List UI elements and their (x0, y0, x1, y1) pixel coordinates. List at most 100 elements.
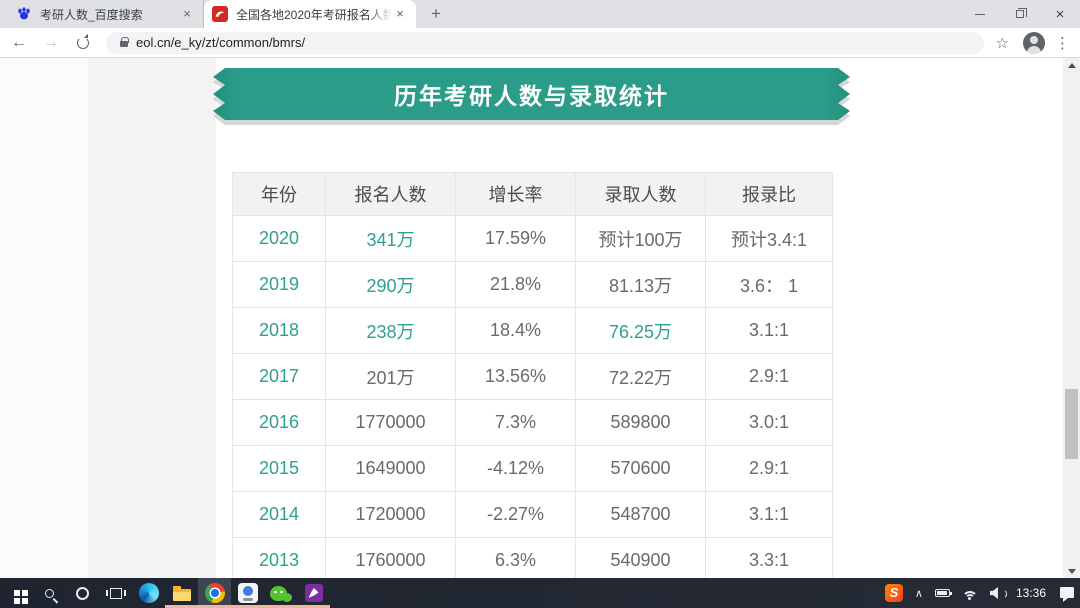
table-row: 201617700007.3%5898003.0:1 (233, 400, 833, 446)
profile-avatar[interactable] (1023, 32, 1045, 54)
desktop-screen: 考研人数_百度搜索 × 全国各地2020年考研报名人数|历 × + × ← → … (0, 0, 1080, 608)
close-icon: × (1056, 7, 1065, 22)
page-title: 历年考研人数与录取统计 (394, 77, 669, 111)
table-cell: 1720000 (326, 492, 456, 538)
stats-table: 年份报名人数增长率录取人数报录比 2020341万17.59%预计100万预计3… (232, 172, 833, 578)
table-cell: 2.9:1 (706, 354, 833, 400)
page-margin-left (0, 58, 88, 578)
refresh-button[interactable] (70, 30, 96, 56)
back-button[interactable]: ← (6, 30, 32, 56)
tab-eol-active[interactable]: 全国各地2020年考研报名人数|历 × (204, 0, 416, 28)
task-view-icon (110, 588, 122, 599)
table-row: 20151649000-4.12%5706002.9:1 (233, 446, 833, 492)
cortana-icon (76, 587, 89, 600)
page-scrollbar[interactable] (1063, 58, 1080, 578)
sogou-input-button[interactable]: S (879, 578, 909, 608)
tab-close-icon[interactable]: × (392, 6, 408, 22)
clock[interactable]: 13:36 (1008, 586, 1054, 600)
table-row: 2019290万21.8%81.13万3.6： 1 (233, 262, 833, 308)
tab-title: 全国各地2020年考研报名人数|历 (236, 6, 392, 23)
table-cell: 17.59% (456, 216, 576, 262)
lock-icon (120, 41, 128, 47)
table-cell: 预计100万 (576, 216, 706, 262)
table-cell: 预计3.4:1 (706, 216, 833, 262)
table-cell: 2015 (233, 446, 326, 492)
wechat-button[interactable] (264, 578, 297, 608)
action-center-icon (1060, 587, 1074, 598)
table-cell: 3.6： 1 (706, 262, 833, 308)
eol-favicon (212, 6, 228, 22)
table-cell: 3.3:1 (706, 538, 833, 579)
table-cell: 1760000 (326, 538, 456, 579)
camera-app-button[interactable] (231, 578, 264, 608)
table-cell: 548700 (576, 492, 706, 538)
close-button[interactable]: × (1040, 0, 1080, 28)
table-cell: 13.56% (456, 354, 576, 400)
browser-menu-icon[interactable]: ⋮ (1055, 34, 1070, 52)
sogou-icon: S (885, 584, 903, 602)
tab-baidu-search[interactable]: 考研人数_百度搜索 × (8, 0, 204, 28)
table-cell: 201万 (326, 354, 456, 400)
task-view-button[interactable] (99, 578, 132, 608)
scrollbar-down-arrow[interactable] (1063, 564, 1080, 578)
forward-button[interactable]: → (38, 30, 64, 56)
purple-pen-icon (305, 584, 323, 602)
table-cell: 72.22万 (576, 354, 706, 400)
table-row: 2018238万18.4%76.25万3.1:1 (233, 308, 833, 354)
scrollbar-thumb[interactable] (1065, 389, 1078, 459)
refresh-icon (77, 37, 89, 49)
restore-icon (1016, 10, 1024, 18)
table-cell: 18.4% (456, 308, 576, 354)
speaker-icon (990, 587, 1002, 599)
table-cell: 238万 (326, 308, 456, 354)
url-text[interactable]: eol.cn/e_ky/zt/common/bmrs/ (136, 35, 305, 50)
taskbar-search-button[interactable] (33, 578, 66, 608)
scrollbar-up-arrow[interactable] (1063, 58, 1080, 72)
search-icon (45, 589, 54, 598)
tray-expand-button[interactable]: ∧ (909, 578, 929, 608)
address-bar[interactable]: eol.cn/e_ky/zt/common/bmrs/ (106, 32, 984, 54)
table-cell: 2018 (233, 308, 326, 354)
table-cell: 3.1:1 (706, 308, 833, 354)
purple-pen-app-button[interactable] (297, 578, 330, 608)
folder-icon (173, 589, 191, 601)
column-header: 录取人数 (576, 173, 706, 216)
table-cell: 2014 (233, 492, 326, 538)
table-row: 20141720000-2.27%5487003.1:1 (233, 492, 833, 538)
battery-button[interactable] (929, 578, 956, 608)
new-tab-button[interactable]: + (424, 3, 448, 27)
edge-button[interactable] (132, 578, 165, 608)
minimize-button[interactable] (960, 0, 1000, 28)
table-cell: 6.3% (456, 538, 576, 579)
table-cell: 2013 (233, 538, 326, 579)
table-cell: 76.25万 (576, 308, 706, 354)
minimize-icon (975, 14, 985, 15)
window-controls: × (960, 0, 1080, 28)
table-cell: -4.12% (456, 446, 576, 492)
ribbon: 历年考研人数与录取统计 (213, 68, 850, 120)
start-button[interactable] (0, 578, 33, 608)
table-cell: 2017 (233, 354, 326, 400)
baidu-favicon (16, 6, 32, 22)
file-explorer-button[interactable] (165, 578, 198, 608)
table-cell: 589800 (576, 400, 706, 446)
table-cell: 2.9:1 (706, 446, 833, 492)
windows-taskbar: S ∧ 13:36 (0, 578, 1080, 608)
restore-button[interactable] (1000, 0, 1040, 28)
camera-app-icon (238, 583, 258, 603)
wifi-icon (962, 587, 978, 599)
network-button[interactable] (956, 578, 984, 608)
tab-close-icon[interactable]: × (179, 6, 195, 22)
table-cell: 540900 (576, 538, 706, 579)
table-cell: -2.27% (456, 492, 576, 538)
page-margin-gray (88, 58, 216, 578)
action-center-button[interactable] (1054, 578, 1080, 608)
column-header: 报录比 (706, 173, 833, 216)
volume-button[interactable] (984, 578, 1008, 608)
column-header: 年份 (233, 173, 326, 216)
bookmark-star-icon[interactable]: ☆ (996, 34, 1009, 52)
table-cell: 2020 (233, 216, 326, 262)
chrome-button[interactable] (198, 578, 231, 608)
cortana-button[interactable] (66, 578, 99, 608)
column-header: 报名人数 (326, 173, 456, 216)
